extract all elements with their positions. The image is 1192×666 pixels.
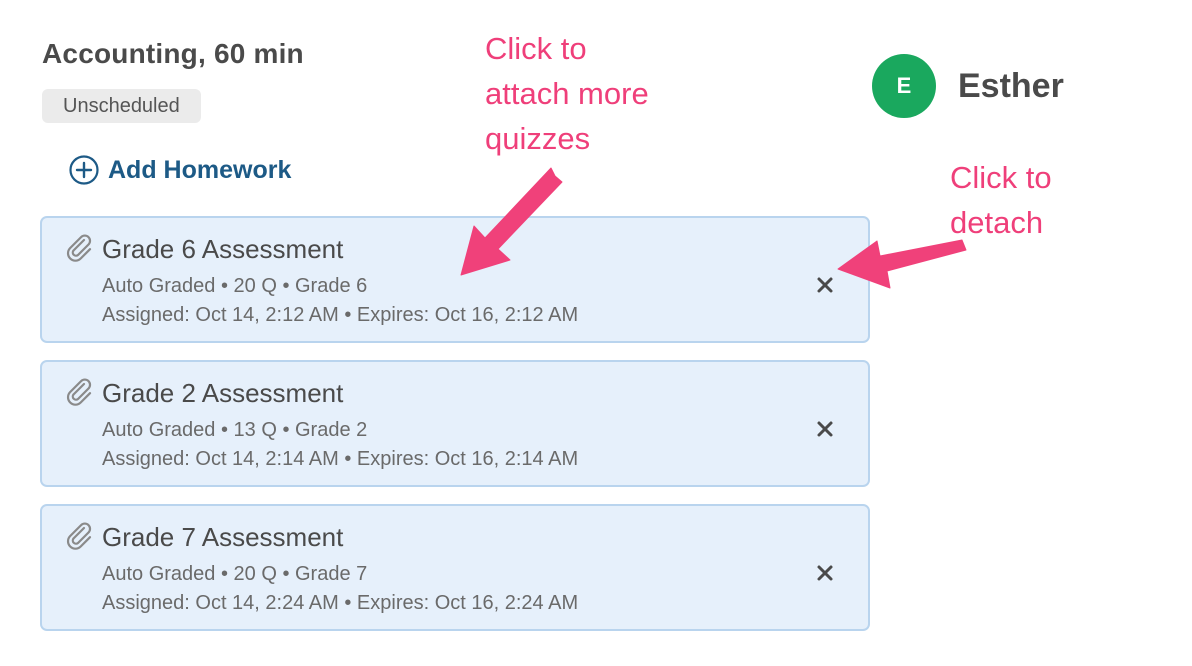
quiz-dates: Assigned: Oct 14, 2:24 AM • Expires: Oct…: [102, 592, 579, 614]
student-name: Esther: [958, 66, 1064, 105]
detach-annotation: Click to detach: [950, 160, 1052, 240]
paperclip-icon: [66, 522, 92, 550]
detach-button[interactable]: [814, 418, 836, 440]
quiz-title[interactable]: Grade 2 Assessment: [102, 378, 343, 409]
paperclip-icon: [66, 234, 92, 262]
quiz-card: Grade 6 Assessment Auto Graded • 20 Q • …: [40, 216, 870, 343]
quiz-meta: Auto Graded • 20 Q • Grade 7: [102, 563, 368, 585]
quiz-dates: Assigned: Oct 14, 2:14 AM • Expires: Oct…: [102, 448, 579, 470]
detach-button[interactable]: [814, 562, 836, 584]
session-title: Accounting, 60 min: [42, 38, 304, 69]
plus-circle-icon: [69, 155, 99, 185]
paperclip-icon: [66, 378, 92, 406]
quiz-card: Grade 7 Assessment Auto Graded • 20 Q • …: [40, 504, 870, 631]
quiz-meta: Auto Graded • 13 Q • Grade 2: [102, 419, 368, 441]
quiz-title[interactable]: Grade 6 Assessment: [102, 234, 343, 265]
quiz-title[interactable]: Grade 7 Assessment: [102, 522, 343, 553]
quiz-card: Grade 2 Assessment Auto Graded • 13 Q • …: [40, 360, 870, 487]
status-badge: Unscheduled: [42, 89, 201, 123]
quiz-meta: Auto Graded • 20 Q • Grade 6: [102, 275, 368, 297]
attach-annotation: Click to attach more quizzes: [485, 31, 649, 156]
avatar: E: [872, 54, 936, 118]
add-homework-button[interactable]: Add Homework: [68, 154, 291, 186]
detach-button[interactable]: [814, 274, 836, 296]
student-header: E Esther: [872, 54, 1064, 118]
quiz-dates: Assigned: Oct 14, 2:12 AM • Expires: Oct…: [102, 304, 579, 326]
add-homework-label: Add Homework: [108, 155, 292, 184]
